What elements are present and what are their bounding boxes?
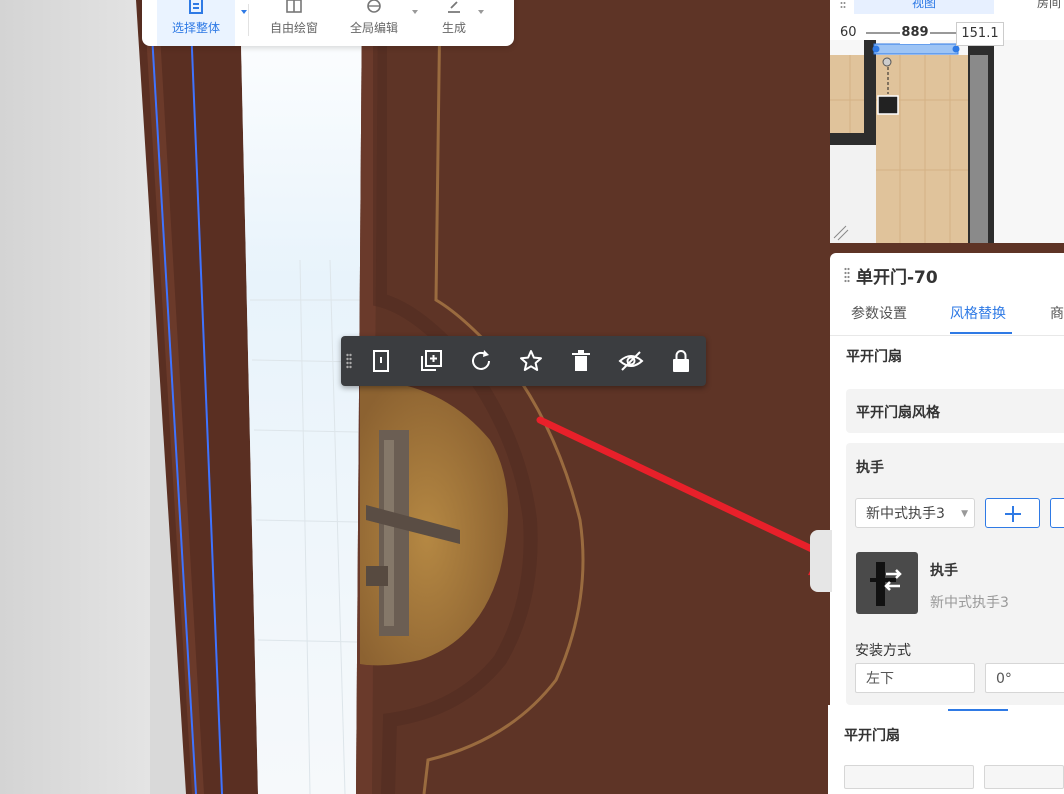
chevron-down-icon[interactable] (241, 10, 247, 14)
favorite-button[interactable] (518, 348, 544, 374)
handle-item-subtitle: 新中式执手3 (930, 595, 1009, 611)
tab-divider (830, 335, 1064, 336)
chevron-down-icon[interactable] (478, 10, 484, 14)
style-row-label: 平开门扇风格 (856, 405, 940, 421)
panel-title: 单开门-70 (856, 268, 938, 288)
active-tab-indicator (950, 332, 1012, 334)
hide-button[interactable] (618, 348, 644, 374)
handle-style-value: 新中式执手3 (866, 506, 945, 522)
grip-icon[interactable] (346, 353, 352, 369)
tab-view[interactable]: 视图 (854, 0, 994, 14)
chevron-down-icon: ▼ (961, 509, 968, 519)
tab-room[interactable]: 房间 (1014, 0, 1064, 14)
main-toolbar: 选择整体 自由绘窗 全局编辑 生成 (142, 0, 514, 46)
lock-icon (673, 350, 689, 372)
rotate-button[interactable] (468, 348, 494, 374)
dimension-width[interactable]: 889 (900, 22, 930, 44)
select-whole-label: 选择整体 (171, 21, 220, 35)
plus-icon (1005, 506, 1021, 522)
section-title: 平开门扇 (846, 349, 902, 365)
panel2-field-1[interactable] (844, 765, 974, 789)
duplicate-icon (421, 350, 442, 371)
rotate-icon (472, 350, 490, 370)
delete-button[interactable] (568, 348, 594, 374)
hide-icon (618, 351, 644, 371)
tab-style-replace[interactable]: 风格替换 (950, 303, 1006, 323)
generate-icon (448, 1, 460, 13)
collapse-panel-handle[interactable] (810, 530, 832, 592)
dimension-right[interactable]: 151.1 (956, 22, 1004, 46)
grip-icon[interactable] (844, 267, 850, 283)
toolbar-divider (248, 4, 249, 36)
install-angle-field[interactable]: 0° (985, 663, 1064, 693)
lock-button[interactable] (668, 348, 694, 374)
tab-parameter-settings[interactable]: 参数设置 (851, 303, 907, 323)
generate-button[interactable]: 生成 (432, 0, 484, 46)
global-edit-label: 全局编辑 (349, 21, 398, 35)
free-draw-window-icon (286, 0, 302, 13)
install-method-label: 安装方式 (855, 643, 911, 659)
favorite-star-icon (520, 350, 542, 371)
object-toolbar (341, 336, 706, 386)
floor-plan-minimap[interactable]: 视图 房间 60 889 151.1 (830, 0, 1064, 243)
duplicate-button[interactable] (418, 348, 444, 374)
door-icon (373, 350, 389, 372)
generate-label: 生成 (441, 21, 466, 35)
select-whole-button[interactable]: 选择整体 (157, 0, 247, 46)
door-button[interactable] (368, 348, 394, 374)
handle-extra-button[interactable] (1050, 498, 1064, 528)
add-handle-button[interactable] (985, 498, 1040, 528)
grip-icon[interactable] (840, 0, 846, 10)
free-draw-window-button[interactable]: 自由绘窗 (262, 0, 326, 46)
handle-item-title: 执手 (930, 563, 958, 579)
global-edit-icon (367, 0, 381, 13)
install-position-field[interactable]: 左下 (855, 663, 975, 693)
chevron-down-icon[interactable] (412, 10, 418, 14)
handle-thumbnail[interactable] (856, 552, 918, 614)
delete-icon (572, 350, 590, 371)
handle-heading: 执手 (856, 460, 884, 476)
panel2-title: 平开门扇 (844, 728, 900, 744)
select-whole-icon (189, 0, 203, 14)
door-leaf-panel: 平开门扇 (828, 705, 1064, 794)
style-row[interactable]: 平开门扇风格 (846, 389, 1064, 433)
free-draw-window-label: 自由绘窗 (269, 21, 318, 35)
panel2-field-2[interactable] (984, 765, 1064, 789)
panel-indicator (948, 709, 1008, 711)
dimension-left: 60 (840, 25, 857, 40)
tab-product[interactable]: 商 (1050, 303, 1064, 323)
handle-style-select[interactable]: 新中式执手3 ▼ (855, 498, 975, 528)
global-edit-button[interactable]: 全局编辑 (342, 0, 418, 46)
properties-panel: 单开门-70 参数设置 风格替换 商 平开门扇 平开门扇风格 执手 新中式执手3… (830, 253, 1064, 705)
handle-preview-icon (870, 562, 902, 606)
